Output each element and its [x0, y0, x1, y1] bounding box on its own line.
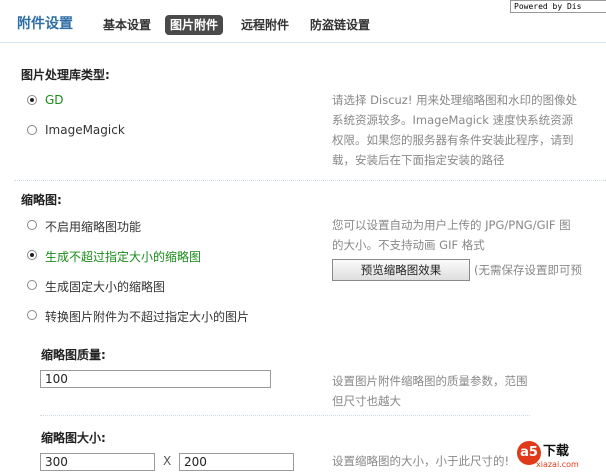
tab-basic-settings[interactable]: 基本设置 [98, 15, 156, 35]
size-desc: 设置缩略图的大小，小于此尺寸的! [332, 454, 510, 468]
quality-desc-line-1: 设置图片附件缩略图的质量参数，范围 [332, 374, 528, 388]
header-divider [0, 42, 606, 43]
quality-divider [40, 415, 530, 416]
size-height-input[interactable] [179, 453, 294, 471]
size-separator: X [163, 454, 172, 468]
quality-input[interactable] [40, 370, 271, 388]
radio-convert-attachment[interactable] [27, 310, 37, 320]
option-label-thumb-max-size[interactable]: 生成不超过指定大小的缩略图 [45, 248, 201, 265]
option-label-thumb-disabled[interactable]: 不启用缩略图功能 [45, 218, 141, 235]
thumbnail-title: 缩略图: [21, 193, 62, 207]
quality-desc-line-2: 但尺寸也越大 [332, 394, 401, 408]
size-title: 缩略图大小: [41, 431, 106, 445]
image-lib-title: 图片处理库类型: [21, 68, 110, 82]
powered-by-watermark: Powered by Dis [510, 0, 606, 13]
image-lib-desc-line-4: 载，安装后在下面指定安装的路径 [332, 153, 505, 167]
radio-imagemagick[interactable] [27, 125, 37, 135]
tab-anti-leech-settings[interactable]: 防盗链设置 [305, 15, 375, 35]
image-lib-desc-line-3: 权限。如果您的服务器有条件安装此程序，请到 [332, 133, 574, 147]
quality-title: 缩略图质量: [41, 348, 106, 362]
tab-image-attachments[interactable]: 图片附件 [165, 15, 224, 35]
section-divider [14, 180, 606, 181]
option-label-imagemagick[interactable]: ImageMagick [45, 123, 125, 137]
image-lib-desc-line-2: 系统资源较多。ImageMagick 速度快系统资源 [332, 113, 574, 127]
site-logo-sub: xiazai.com [536, 460, 579, 469]
preview-note: (无需保存设置即可预 [474, 263, 582, 277]
image-lib-desc-line-1: 请选择 Discuz! 用来处理缩略图和水印的图像处 [332, 93, 578, 107]
preview-thumbnail-button[interactable]: 预览缩略图效果 [332, 259, 470, 281]
tab-remote-attachments[interactable]: 远程附件 [236, 15, 294, 35]
site-logo-text: 下载 [543, 444, 570, 459]
thumbnail-desc-line-2: 的大小。不支持动画 GIF 格式 [332, 238, 485, 252]
radio-thumb-disabled[interactable] [27, 220, 37, 230]
option-label-gd[interactable]: GD [45, 93, 64, 107]
page-title: 附件设置 [17, 16, 73, 32]
size-width-input[interactable] [40, 453, 155, 471]
option-label-convert-attachment[interactable]: 转换图片附件为不超过指定大小的图片 [45, 308, 249, 325]
thumbnail-desc-line-1: 您可以设置自动为用户上传的 JPG/PNG/GIF 图 [332, 218, 571, 232]
option-label-thumb-fixed-size[interactable]: 生成固定大小的缩略图 [45, 278, 165, 295]
radio-thumb-max-size[interactable] [27, 250, 37, 260]
radio-thumb-fixed-size[interactable] [27, 280, 37, 290]
radio-gd[interactable] [27, 95, 37, 105]
